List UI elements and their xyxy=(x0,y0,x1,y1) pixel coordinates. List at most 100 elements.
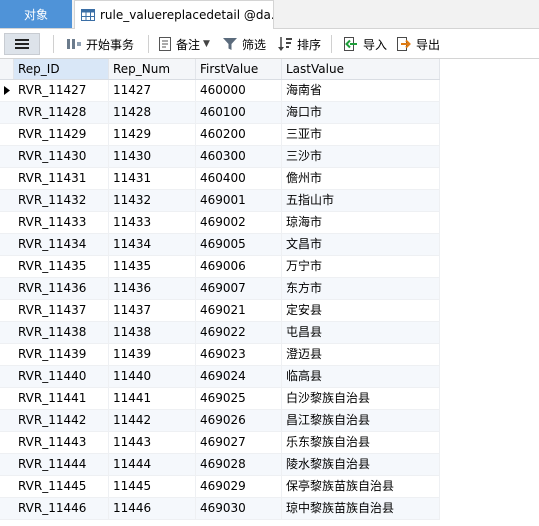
cell-rep-id[interactable]: RVR_11440 xyxy=(14,366,109,387)
cell-last-value[interactable]: 东方市 xyxy=(282,278,440,299)
cell-last-value[interactable]: 白沙黎族自治县 xyxy=(282,388,440,409)
cell-first-value[interactable]: 469006 xyxy=(196,256,282,277)
cell-rep-num[interactable]: 11429 xyxy=(109,124,196,145)
cell-first-value[interactable]: 469025 xyxy=(196,388,282,409)
cell-rep-id[interactable]: RVR_11434 xyxy=(14,234,109,255)
cell-rep-id[interactable]: RVR_11438 xyxy=(14,322,109,343)
cell-rep-id[interactable]: RVR_11432 xyxy=(14,190,109,211)
row-indicator[interactable] xyxy=(0,476,14,497)
table-row[interactable]: RVR_11440 11440 469024 临高县 xyxy=(0,366,440,388)
cell-rep-num[interactable]: 11435 xyxy=(109,256,196,277)
cell-rep-num[interactable]: 11434 xyxy=(109,234,196,255)
cell-first-value[interactable]: 469001 xyxy=(196,190,282,211)
begin-transaction-button[interactable]: 开始事务 xyxy=(66,35,134,53)
cell-rep-id[interactable]: RVR_11443 xyxy=(14,432,109,453)
row-indicator[interactable] xyxy=(0,234,14,255)
table-row[interactable]: RVR_11439 11439 469023 澄迈县 xyxy=(0,344,440,366)
table-row[interactable]: RVR_11431 11431 460400 儋州市 xyxy=(0,168,440,190)
cell-last-value[interactable]: 定安县 xyxy=(282,300,440,321)
table-row[interactable]: RVR_11441 11441 469025 白沙黎族自治县 xyxy=(0,388,440,410)
cell-rep-num[interactable]: 11440 xyxy=(109,366,196,387)
cell-rep-num[interactable]: 11427 xyxy=(109,80,196,101)
table-row[interactable]: RVR_11445 11445 469029 保亭黎族苗族自治县 xyxy=(0,476,440,498)
row-indicator[interactable] xyxy=(0,124,14,145)
menu-button[interactable] xyxy=(4,33,40,55)
cell-rep-id[interactable]: RVR_11442 xyxy=(14,410,109,431)
cell-last-value[interactable]: 屯昌县 xyxy=(282,322,440,343)
cell-last-value[interactable]: 澄迈县 xyxy=(282,344,440,365)
row-indicator[interactable] xyxy=(0,344,14,365)
cell-first-value[interactable]: 469005 xyxy=(196,234,282,255)
table-row[interactable]: RVR_11427 11427 460000 海南省 xyxy=(0,80,440,102)
cell-rep-num[interactable]: 11430 xyxy=(109,146,196,167)
cell-rep-num[interactable]: 11443 xyxy=(109,432,196,453)
cell-last-value[interactable]: 临高县 xyxy=(282,366,440,387)
cell-rep-num[interactable]: 11438 xyxy=(109,322,196,343)
cell-rep-id[interactable]: RVR_11444 xyxy=(14,454,109,475)
cell-last-value[interactable]: 儋州市 xyxy=(282,168,440,189)
table-row[interactable]: RVR_11434 11434 469005 文昌市 xyxy=(0,234,440,256)
cell-first-value[interactable]: 460100 xyxy=(196,102,282,123)
cell-rep-id[interactable]: RVR_11437 xyxy=(14,300,109,321)
cell-rep-num[interactable]: 11431 xyxy=(109,168,196,189)
import-button[interactable]: 导入 xyxy=(343,35,387,53)
column-header-last-value[interactable]: LastValue xyxy=(282,59,440,79)
cell-rep-num[interactable]: 11439 xyxy=(109,344,196,365)
table-row[interactable]: RVR_11442 11442 469026 昌江黎族自治县 xyxy=(0,410,440,432)
cell-last-value[interactable]: 海南省 xyxy=(282,80,440,101)
table-row[interactable]: RVR_11428 11428 460100 海口市 xyxy=(0,102,440,124)
cell-rep-id[interactable]: RVR_11433 xyxy=(14,212,109,233)
cell-first-value[interactable]: 460200 xyxy=(196,124,282,145)
table-row[interactable]: RVR_11430 11430 460300 三沙市 xyxy=(0,146,440,168)
row-indicator[interactable] xyxy=(0,410,14,431)
cell-first-value[interactable]: 469029 xyxy=(196,476,282,497)
row-indicator[interactable] xyxy=(0,190,14,211)
table-row[interactable]: RVR_11436 11436 469007 东方市 xyxy=(0,278,440,300)
row-indicator[interactable] xyxy=(0,256,14,277)
filter-button[interactable]: 筛选 xyxy=(222,35,266,53)
cell-first-value[interactable]: 469023 xyxy=(196,344,282,365)
cell-last-value[interactable]: 昌江黎族自治县 xyxy=(282,410,440,431)
cell-last-value[interactable]: 五指山市 xyxy=(282,190,440,211)
cell-first-value[interactable]: 469002 xyxy=(196,212,282,233)
row-indicator[interactable] xyxy=(0,212,14,233)
cell-last-value[interactable]: 三亚市 xyxy=(282,124,440,145)
cell-rep-num[interactable]: 11433 xyxy=(109,212,196,233)
cell-last-value[interactable]: 保亭黎族苗族自治县 xyxy=(282,476,440,497)
table-row[interactable]: RVR_11429 11429 460200 三亚市 xyxy=(0,124,440,146)
cell-last-value[interactable]: 海口市 xyxy=(282,102,440,123)
cell-last-value[interactable]: 琼海市 xyxy=(282,212,440,233)
row-indicator[interactable] xyxy=(0,454,14,475)
table-row[interactable]: RVR_11444 11444 469028 陵水黎族自治县 xyxy=(0,454,440,476)
cell-rep-id[interactable]: RVR_11435 xyxy=(14,256,109,277)
table-row[interactable]: RVR_11446 11446 469030 琼中黎族苗族自治县 xyxy=(0,498,440,520)
cell-rep-num[interactable]: 11442 xyxy=(109,410,196,431)
cell-last-value[interactable]: 三沙市 xyxy=(282,146,440,167)
cell-first-value[interactable]: 460400 xyxy=(196,168,282,189)
cell-last-value[interactable]: 琼中黎族苗族自治县 xyxy=(282,498,440,519)
row-indicator[interactable] xyxy=(0,366,14,387)
cell-rep-id[interactable]: RVR_11439 xyxy=(14,344,109,365)
cell-first-value[interactable]: 460000 xyxy=(196,80,282,101)
table-row[interactable]: RVR_11435 11435 469006 万宁市 xyxy=(0,256,440,278)
cell-first-value[interactable]: 469028 xyxy=(196,454,282,475)
cell-rep-num[interactable]: 11436 xyxy=(109,278,196,299)
cell-rep-num[interactable]: 11446 xyxy=(109,498,196,519)
row-indicator[interactable] xyxy=(0,322,14,343)
table-row[interactable]: RVR_11433 11433 469002 琼海市 xyxy=(0,212,440,234)
cell-rep-num[interactable]: 11437 xyxy=(109,300,196,321)
cell-rep-id[interactable]: RVR_11428 xyxy=(14,102,109,123)
table-row[interactable]: RVR_11438 11438 469022 屯昌县 xyxy=(0,322,440,344)
row-indicator[interactable] xyxy=(0,102,14,123)
cell-rep-id[interactable]: RVR_11441 xyxy=(14,388,109,409)
tab-objects[interactable]: 对象 xyxy=(0,0,72,28)
cell-rep-num[interactable]: 11432 xyxy=(109,190,196,211)
cell-rep-id[interactable]: RVR_11429 xyxy=(14,124,109,145)
cell-rep-id[interactable]: RVR_11436 xyxy=(14,278,109,299)
cell-last-value[interactable]: 万宁市 xyxy=(282,256,440,277)
row-indicator[interactable] xyxy=(0,300,14,321)
cell-last-value[interactable]: 陵水黎族自治县 xyxy=(282,454,440,475)
cell-rep-id[interactable]: RVR_11430 xyxy=(14,146,109,167)
cell-first-value[interactable]: 469026 xyxy=(196,410,282,431)
cell-last-value[interactable]: 文昌市 xyxy=(282,234,440,255)
